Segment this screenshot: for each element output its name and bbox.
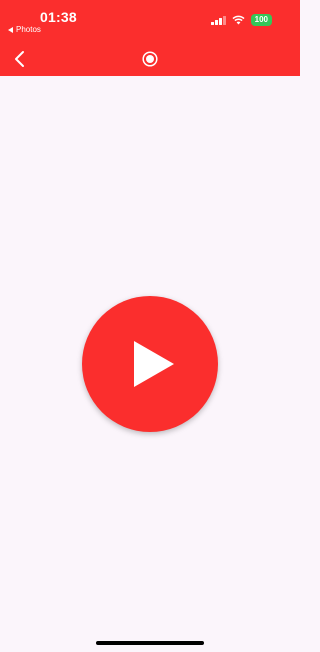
chevron-left-icon	[15, 51, 24, 67]
cellular-signal-icon	[211, 15, 226, 25]
status-time: 01:38	[40, 9, 77, 25]
back-button[interactable]	[10, 49, 30, 69]
battery-indicator: 100	[250, 14, 272, 26]
top-bar: 01:38 Photos 100	[0, 0, 300, 76]
wifi-icon	[232, 15, 245, 25]
record-button[interactable]	[142, 51, 158, 67]
home-indicator[interactable]	[96, 641, 204, 645]
play-button[interactable]	[82, 296, 218, 432]
back-app-label: Photos	[16, 25, 41, 34]
record-icon	[142, 51, 158, 67]
status-indicators: 100	[211, 14, 272, 26]
back-triangle-icon	[8, 26, 13, 33]
back-to-app-link[interactable]: Photos	[8, 25, 41, 34]
play-icon	[134, 341, 174, 387]
